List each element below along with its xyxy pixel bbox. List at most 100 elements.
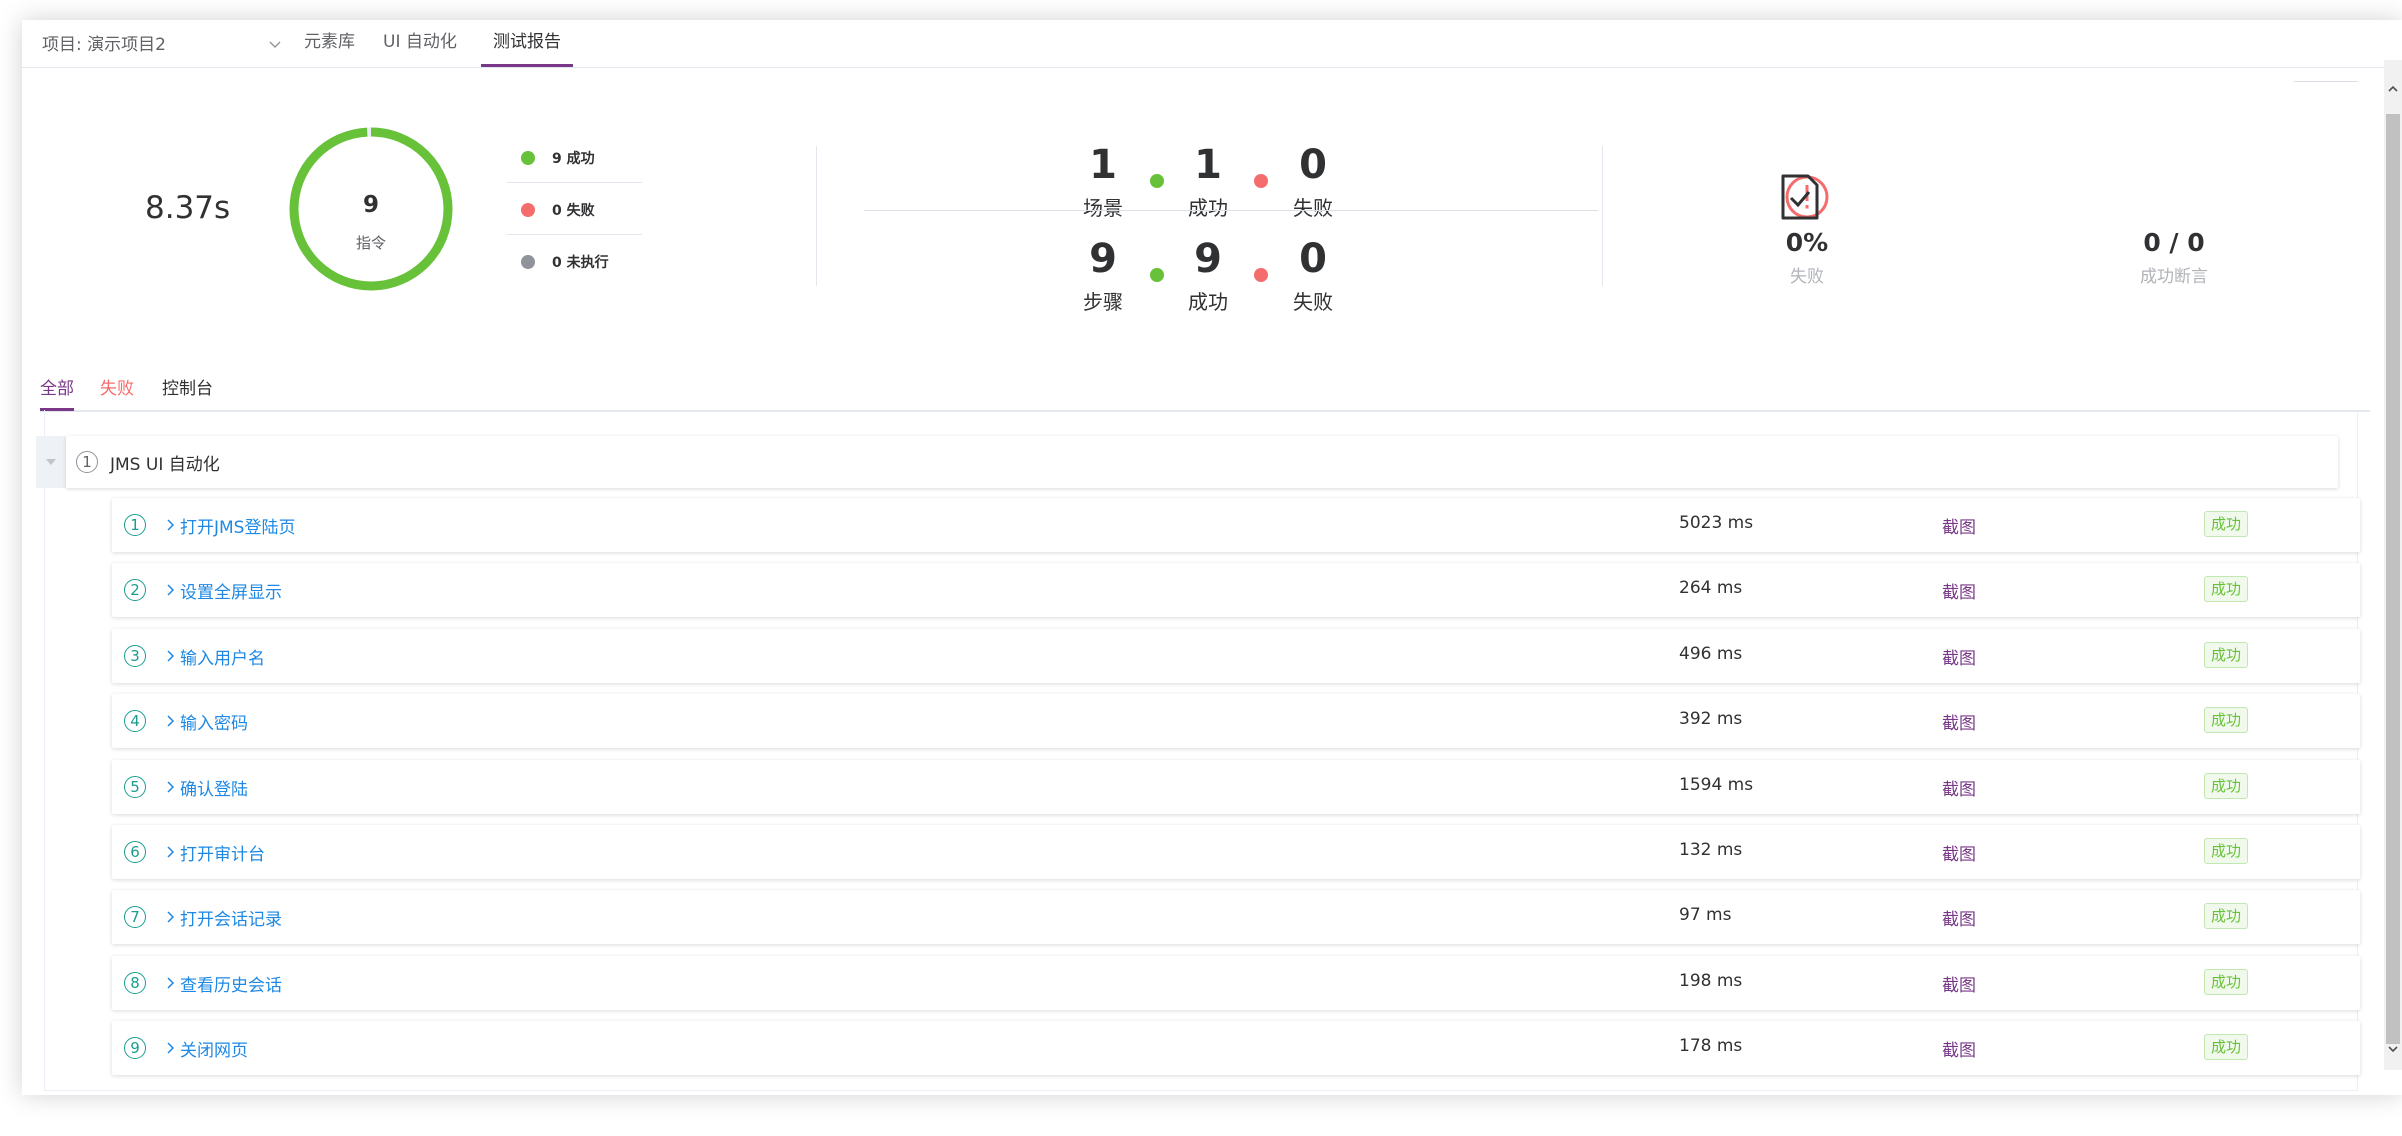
step-row[interactable]: 3 输入用户名 496 ms 截图 成功 (112, 628, 2360, 683)
step-success-label: 成功 (1188, 290, 1228, 314)
step-duration: 496 ms (1679, 643, 1743, 664)
fail-rate-value: 0% (1785, 228, 1829, 257)
step-index: 4 (124, 710, 146, 733)
status-badge: 成功 (2204, 1034, 2249, 1061)
step-row[interactable]: 9 关闭网页 178 ms 截图 成功 (112, 1021, 2360, 1076)
scenario-name: JMS UI 自动化 (110, 455, 220, 475)
divider (1602, 146, 1603, 286)
step-index: 5 (124, 775, 146, 798)
step-row[interactable]: 1 打开JMS登陆页 5023 ms 截图 成功 (112, 498, 2360, 552)
status-badge: 成功 (2204, 707, 2249, 734)
legend-success: 9 成功 (507, 148, 642, 168)
step-index: 6 (124, 841, 146, 863)
step-name-link[interactable]: 查看历史会话 (180, 971, 282, 996)
step-row[interactable]: 8 查看历史会话 198 ms 截图 成功 (112, 955, 2360, 1010)
legend-success-label: 9 成功 (552, 151, 595, 167)
screenshot-link[interactable]: 截图 (1942, 971, 1976, 996)
total-commands-label: 指令 (355, 234, 386, 252)
scroll-up-icon[interactable] (2388, 84, 2398, 94)
divider (507, 234, 642, 235)
caret-down-icon (46, 459, 56, 465)
status-badge: 成功 (2204, 772, 2249, 799)
step-total-label: 步骤 (1083, 290, 1123, 314)
step-index: 3 (124, 644, 146, 667)
scenario-total: 1 (1089, 142, 1117, 188)
chevron-right-icon[interactable] (166, 649, 176, 663)
step-row[interactable]: 2 设置全屏显示 264 ms 截图 成功 (112, 563, 2360, 618)
legend-fail-label: 0 失败 (552, 203, 595, 219)
step-duration: 1594 ms (1679, 774, 1754, 795)
step-duration: 392 ms (1679, 709, 1743, 730)
step-duration: 264 ms (1679, 578, 1743, 599)
menu-ui-automation[interactable]: UI 自动化 (383, 20, 457, 67)
step-index: 2 (124, 579, 146, 602)
tab-console[interactable]: 控制台 (162, 374, 213, 408)
menu-test-report[interactable]: 测试报告 (481, 20, 573, 67)
fail-dot (521, 203, 535, 217)
step-name-link[interactable]: 设置全屏显示 (180, 578, 282, 603)
divider (2294, 81, 2358, 82)
chevron-right-icon[interactable] (166, 845, 176, 859)
chevron-right-icon[interactable] (166, 518, 176, 532)
scrollbar-thumb[interactable] (2386, 114, 2400, 1044)
scenario-fail-label: 失败 (1293, 196, 1333, 220)
chevron-right-icon[interactable] (166, 1041, 176, 1055)
success-dot (1150, 268, 1164, 282)
step-name-link[interactable]: 关闭网页 (180, 1036, 248, 1061)
report-window: 项目: 演示项目2 元素库 UI 自动化 测试报告 8.37s 9 指令 9 成… (22, 20, 2402, 1095)
screenshot-link[interactable]: 截图 (1942, 578, 1976, 603)
scroll-down-icon[interactable] (2388, 1044, 2398, 1054)
scenario-fail: 0 (1299, 142, 1327, 188)
chevron-down-icon (269, 41, 281, 48)
step-row[interactable]: 7 打开会话记录 97 ms 截图 成功 (112, 890, 2360, 945)
collapse-toggle[interactable] (36, 436, 66, 488)
step-success: 9 (1194, 236, 1222, 282)
step-fail-label: 失败 (1293, 290, 1333, 314)
step-duration: 198 ms (1679, 970, 1743, 991)
step-name-link[interactable]: 打开JMS登陆页 (180, 513, 295, 538)
step-name-link[interactable]: 打开审计台 (180, 840, 265, 865)
chevron-right-icon[interactable] (166, 780, 176, 794)
document-check-icon (1781, 174, 1819, 220)
chevron-right-icon[interactable] (166, 583, 176, 597)
scenario-success-label: 成功 (1188, 196, 1228, 220)
divider (507, 182, 642, 183)
status-badge: 成功 (2204, 968, 2249, 995)
tab-failed[interactable]: 失败 (100, 374, 134, 408)
assertions-value: 0 / 0 (2143, 228, 2205, 257)
step-row[interactable]: 5 确认登陆 1594 ms 截图 成功 (112, 759, 2360, 814)
project-select[interactable]: 项目: 演示项目2 (42, 32, 282, 58)
step-name-link[interactable]: 确认登陆 (180, 775, 248, 800)
status-badge: 成功 (2204, 838, 2249, 864)
project-select-label: 项目: 演示项目2 (42, 35, 166, 55)
scenario-total-label: 场景 (1083, 196, 1123, 220)
fail-rate-label: 失败 (1790, 267, 1824, 287)
step-name-link[interactable]: 输入密码 (180, 709, 248, 734)
screenshot-link[interactable]: 截图 (1942, 513, 1976, 538)
step-row[interactable]: 6 打开审计台 132 ms 截图 成功 (112, 825, 2360, 879)
screenshot-link[interactable]: 截图 (1942, 644, 1976, 669)
legend-fail: 0 失败 (507, 200, 642, 220)
step-row[interactable]: 4 输入密码 392 ms 截图 成功 (112, 694, 2360, 749)
divider (864, 210, 1598, 211)
result-tabs: 全部 失败 控制台 (40, 368, 2370, 412)
vertical-scrollbar[interactable] (2384, 60, 2402, 1070)
legend-skipped: 0 未执行 (507, 252, 642, 272)
screenshot-link[interactable]: 截图 (1942, 1036, 1976, 1061)
tab-all[interactable]: 全部 (40, 374, 74, 411)
chevron-right-icon[interactable] (166, 976, 176, 990)
success-dot (521, 151, 535, 165)
step-index: 1 (124, 514, 146, 536)
step-name-link[interactable]: 输入用户名 (180, 644, 265, 669)
screenshot-link[interactable]: 截图 (1942, 905, 1976, 930)
step-total: 9 (1089, 236, 1117, 282)
step-name-link[interactable]: 打开会话记录 (180, 905, 282, 930)
success-dot (1150, 174, 1164, 188)
menu-element-library[interactable]: 元素库 (304, 20, 355, 67)
chevron-right-icon[interactable] (166, 910, 176, 924)
chevron-right-icon[interactable] (166, 714, 176, 728)
screenshot-link[interactable]: 截图 (1942, 709, 1976, 734)
scenario-row[interactable]: 1 JMS UI 自动化 (66, 436, 2338, 488)
screenshot-link[interactable]: 截图 (1942, 775, 1976, 800)
screenshot-link[interactable]: 截图 (1942, 840, 1976, 865)
